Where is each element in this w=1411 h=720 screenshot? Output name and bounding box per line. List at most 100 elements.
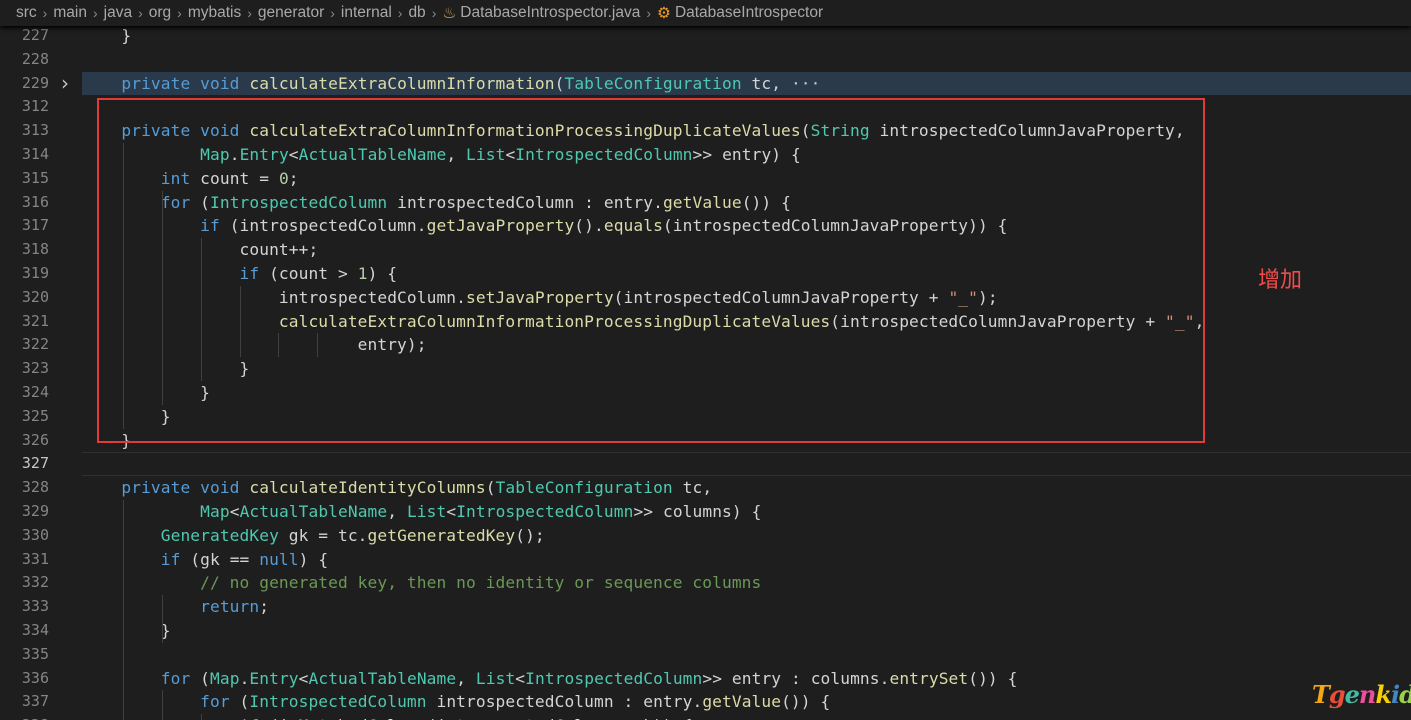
- code-line[interactable]: 335: [0, 643, 1411, 667]
- java-file-icon: ♨: [442, 4, 457, 22]
- line-number: 322: [21, 335, 49, 354]
- code-line[interactable]: 228: [0, 48, 1411, 72]
- code-line[interactable]: 334 }: [0, 619, 1411, 643]
- breadcrumb-item[interactable]: mybatis: [188, 4, 241, 22]
- line-number: 229: [21, 73, 49, 92]
- code-line[interactable]: 329 Map<ActualTableName, List<Introspect…: [0, 500, 1411, 524]
- code-token: TableConfiguration: [495, 478, 673, 498]
- code-text[interactable]: if (gk == null) {: [82, 548, 328, 572]
- added-code-highlight-box: [97, 98, 1205, 443]
- code-token: List: [406, 502, 447, 521]
- code-token: Map: [210, 668, 240, 688]
- code-token: calculateExtraColumnInformation: [249, 73, 555, 93]
- code-token: }: [82, 621, 171, 640]
- code-token: List: [475, 668, 516, 688]
- code-text[interactable]: GeneratedKey gk = tc.getGeneratedKey();: [82, 524, 545, 548]
- annotation-label: 增加: [1258, 268, 1303, 293]
- line-number: 335: [21, 644, 49, 663]
- code-token: getValue: [702, 692, 782, 712]
- breadcrumb-item[interactable]: java: [104, 4, 132, 22]
- line-number: 330: [21, 525, 49, 544]
- code-token: .: [239, 668, 250, 688]
- breadcrumb-separator-icon: ›: [397, 5, 403, 21]
- class-symbol-icon: ⚙: [657, 4, 671, 22]
- code-token: (: [485, 478, 496, 498]
- code-text[interactable]: // no generated key, then no identity or…: [82, 571, 761, 595]
- line-number: 316: [21, 192, 49, 211]
- code-token: null: [259, 549, 299, 569]
- code-token: ···: [781, 73, 821, 93]
- code-line[interactable]: 332 // no generated key, then no identit…: [0, 571, 1411, 595]
- breadcrumb-separator-icon: ›: [330, 5, 335, 21]
- code-token: ()) {: [781, 692, 831, 712]
- code-text[interactable]: private void calculateExtraColumnInforma…: [82, 72, 820, 96]
- watermark-letter: g: [1328, 680, 1346, 709]
- code-token: Entry: [249, 668, 299, 688]
- breadcrumb-item[interactable]: main: [53, 4, 87, 22]
- code-line[interactable]: 331 if (gk == null) {: [0, 548, 1411, 572]
- code-token: private void: [82, 478, 250, 498]
- code-text[interactable]: private void calculateIdentityColumns(Ta…: [82, 476, 712, 500]
- code-token: <: [446, 502, 457, 521]
- code-token: <: [515, 668, 526, 688]
- line-number: 327: [21, 454, 49, 473]
- code-line[interactable]: 333 return;: [0, 595, 1411, 619]
- line-number: 331: [21, 549, 49, 568]
- code-token: }: [82, 26, 132, 45]
- fold-expand-icon[interactable]: ›: [61, 71, 69, 96]
- breadcrumb-item[interactable]: DatabaseIntrospector.java: [460, 4, 640, 22]
- code-token: (: [190, 668, 211, 688]
- breadcrumb-item[interactable]: src: [16, 4, 37, 22]
- code-token: TableConfiguration: [564, 73, 742, 93]
- breadcrumb-separator-icon: ›: [92, 5, 98, 21]
- breadcrumb-item[interactable]: DatabaseIntrospector: [675, 4, 823, 22]
- code-text[interactable]: return;: [82, 595, 269, 619]
- code-text[interactable]: Map<ActualTableName, List<IntrospectedCo…: [82, 500, 761, 524]
- code-token: isMatchedColumn: [279, 716, 427, 720]
- line-number: 228: [21, 49, 49, 68]
- code-line[interactable]: 336 for (Map.Entry<ActualTableName, List…: [0, 667, 1411, 691]
- line-number: 334: [21, 621, 49, 639]
- line-number: 332: [21, 573, 49, 592]
- code-text[interactable]: for (IntrospectedColumn introspectedColu…: [82, 690, 830, 714]
- breadcrumb-item[interactable]: generator: [258, 4, 324, 22]
- line-number: 320: [21, 287, 49, 306]
- code-token: IntrospectedColumn: [525, 668, 703, 688]
- code-token: ()) {: [968, 668, 1018, 688]
- breadcrumb-item[interactable]: internal: [341, 4, 392, 22]
- code-token: tc,: [741, 73, 782, 93]
- breadcrumb-separator-icon: ›: [247, 5, 252, 21]
- breadcrumb-item[interactable]: db: [408, 4, 425, 22]
- code-text[interactable]: }: [82, 619, 171, 643]
- code-token: (: [259, 716, 279, 720]
- code-line[interactable]: 227 }: [0, 26, 1411, 48]
- breadcrumb-separator-icon: ›: [431, 5, 437, 21]
- breadcrumb-separator-icon: ›: [177, 5, 182, 21]
- code-token: ) {: [298, 549, 329, 569]
- code-token: getGeneratedKey: [367, 525, 516, 545]
- code-text[interactable]: if (isMatchedColumn(introspectedColumn, …: [82, 714, 693, 720]
- line-number: 313: [21, 121, 49, 140]
- breadcrumb-separator-icon: ›: [138, 5, 143, 21]
- code-line[interactable]: 328 private void calculateIdentityColumn…: [0, 476, 1411, 500]
- code-token: for: [82, 668, 191, 688]
- code-token: IntrospectedColumn: [456, 502, 634, 521]
- watermark-letter: d: [1399, 680, 1411, 709]
- code-token: tc,: [672, 478, 713, 498]
- code-token: GeneratedKey: [82, 525, 279, 545]
- code-text[interactable]: for (Map.Entry<ActualTableName, List<Int…: [82, 667, 1018, 691]
- code-line[interactable]: 330 GeneratedKey gk = tc.getGeneratedKey…: [0, 524, 1411, 548]
- code-token: (: [229, 692, 250, 712]
- watermark-letter: i: [1391, 680, 1400, 709]
- code-token: gk = tc.: [278, 525, 368, 545]
- code-token: ;: [259, 597, 270, 617]
- code-line[interactable]: › 229 private void calculateExtraColumnIn…: [0, 71, 1411, 96]
- code-text[interactable]: }: [82, 26, 131, 48]
- code-line[interactable]: 327: [0, 452, 1411, 477]
- code-line[interactable]: 338 if (isMatchedColumn(introspectedColu…: [0, 714, 1411, 720]
- line-number: 336: [21, 668, 49, 687]
- code-line[interactable]: 337 for (IntrospectedColumn introspected…: [0, 690, 1411, 714]
- breadcrumb-item[interactable]: org: [149, 4, 171, 22]
- indent-guide: [161, 690, 163, 720]
